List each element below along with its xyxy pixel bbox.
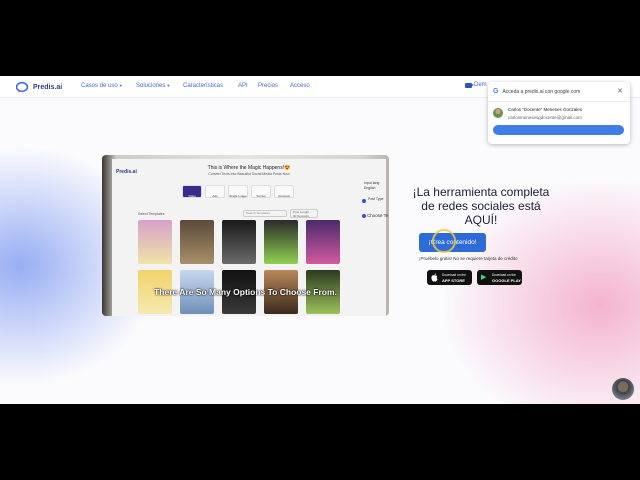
video-subtitle: There Are So Many Options To Choose From… bbox=[154, 287, 337, 297]
nav-soluciones[interactable]: Soluciones▼ bbox=[136, 83, 170, 89]
popup-title: Acceda a predis.ai con google.com bbox=[502, 88, 581, 95]
nav-label: Casos de uso bbox=[81, 83, 118, 89]
nav-api[interactable]: API bbox=[238, 83, 248, 89]
nav-acceso[interactable]: Acceso bbox=[290, 83, 310, 89]
template-thumbnail bbox=[180, 220, 214, 264]
screen-post-type: Post Type bbox=[368, 197, 384, 201]
browser-viewport: Predis.ai Casos de uso▼ Soluciones▼ Cara… bbox=[0, 76, 640, 404]
nav-casos-de-uso[interactable]: Casos de uso▼ bbox=[81, 83, 123, 89]
screen-subtitle: Convert Texts into Beautiful Social Medi… bbox=[208, 172, 290, 176]
app-store-button[interactable]: Download on the APP STORE bbox=[427, 270, 472, 285]
logo-text: Predis.ai bbox=[33, 83, 63, 91]
video-camera-icon bbox=[465, 82, 474, 88]
account-name[interactable]: Carlos "Docente" Meneses Gonzales bbox=[508, 107, 582, 112]
popup-header: G Acceda a predis.ai con google.com bbox=[493, 88, 580, 95]
screen-tab: Ads bbox=[205, 185, 225, 198]
google-play-icon: ▶ bbox=[481, 274, 487, 281]
google-signin-popup: G Acceda a predis.ai con google.com ✕ Ca… bbox=[488, 82, 630, 144]
screen-select-value: 30 Seconds bbox=[293, 214, 309, 218]
template-grid bbox=[138, 220, 353, 316]
screen-title: This is Where the Magic Happens!😍 bbox=[207, 165, 291, 171]
store-line1: Download on the bbox=[442, 273, 466, 277]
screen-lang-value: English bbox=[364, 186, 376, 190]
screen-tab: Single Image bbox=[228, 185, 248, 198]
nav-caracteristicas[interactable]: Características bbox=[183, 83, 223, 89]
cursor-highlight-icon bbox=[432, 229, 456, 253]
demo-video-player[interactable]: Predis.ai This is Where the Magic Happen… bbox=[102, 155, 389, 316]
screen-lang: Input lang English bbox=[364, 181, 379, 191]
chevron-down-icon: ▼ bbox=[166, 83, 171, 88]
predis-logo-icon bbox=[16, 81, 29, 93]
hero-title: ¡La herramienta completa de redes social… bbox=[412, 185, 550, 227]
screen-select: Post Length 30 Seconds bbox=[290, 209, 318, 218]
continue-as-button[interactable] bbox=[493, 125, 624, 135]
google-logo-icon: G bbox=[493, 88, 499, 95]
radio-icon bbox=[362, 214, 366, 218]
screen-choose: Choose Te bbox=[367, 213, 389, 218]
store-line1: Download on the bbox=[492, 273, 516, 277]
screen-filter: Select Templates bbox=[138, 212, 165, 216]
demo-label: Dem bbox=[474, 82, 487, 88]
nav-label: Soluciones bbox=[136, 83, 166, 89]
radio-icon bbox=[362, 199, 366, 203]
template-thumbnail bbox=[264, 220, 298, 264]
template-thumbnail bbox=[138, 220, 172, 264]
predis-logo[interactable]: Predis.ai bbox=[16, 81, 62, 93]
screen-tab: Carousel bbox=[274, 185, 294, 198]
webcam-avatar bbox=[612, 378, 634, 400]
screen-tabs: Video Ads Single Image Stories Carousel bbox=[182, 185, 294, 198]
screen-tab: Stories bbox=[251, 185, 271, 198]
store-line2: APP STORE bbox=[442, 278, 465, 283]
account-avatar bbox=[493, 108, 503, 118]
divider bbox=[488, 101, 630, 102]
screen-tab: Video bbox=[182, 185, 202, 198]
template-gap bbox=[348, 220, 382, 264]
account-email[interactable]: carlosmenesesgdocente@gmail.com bbox=[508, 115, 582, 120]
apple-icon bbox=[431, 273, 438, 285]
store-line2: GOOGLE PLAY bbox=[492, 278, 521, 283]
demo-button[interactable]: Dem bbox=[465, 82, 487, 88]
google-play-button[interactable]: ▶ Download on the GOOGLE PLAY bbox=[477, 270, 522, 285]
apple-icon-svg bbox=[431, 273, 438, 282]
template-thumbnail bbox=[222, 220, 256, 264]
free-trial-note: ¡Pruébelo gratis! No se requiere tarjeta… bbox=[419, 256, 518, 261]
screen-search: Search Templates bbox=[243, 210, 287, 217]
template-thumbnail bbox=[306, 220, 340, 264]
chevron-down-icon: ▼ bbox=[118, 83, 123, 88]
nav-precios[interactable]: Precios bbox=[258, 83, 278, 89]
close-icon[interactable]: ✕ bbox=[617, 87, 623, 95]
